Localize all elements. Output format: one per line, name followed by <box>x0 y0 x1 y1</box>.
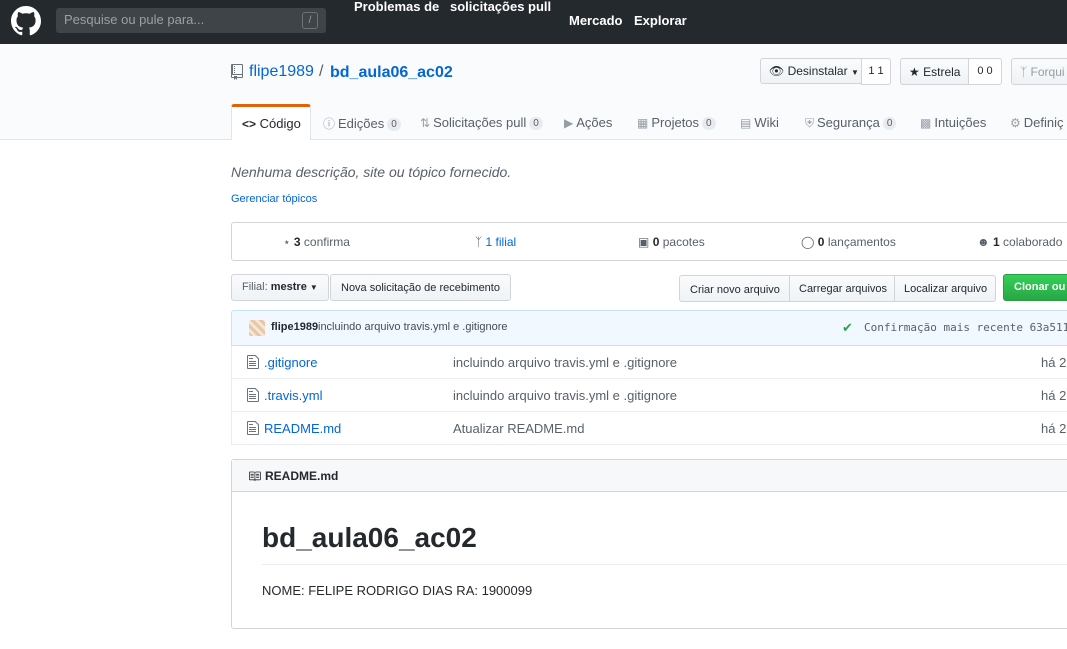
clone-download-button[interactable]: Clonar ou b <box>1003 274 1067 301</box>
tab-actions[interactable]: ▶ Ações <box>564 104 612 140</box>
commit-message-link[interactable]: incluindo arquivo travis.yml e .gitignor… <box>318 321 508 333</box>
branch-select-button[interactable]: Filial: mestre ▼ <box>231 274 329 301</box>
table-row: README.md Atualizar README.md há 2 <box>231 412 1067 445</box>
numbers-summary: ⋆ 3 confirma ᛉ 1 filial ▣ 0 pacotes ◯ 0 … <box>231 222 1067 261</box>
latest-commit-info[interactable]: Confirmação mais recente 63a511e há 2 <box>864 321 1067 334</box>
file-age: há 2 <box>1041 421 1067 436</box>
code-icon: <> <box>242 117 257 131</box>
tab-security[interactable]: ⛨ Segurança 0 <box>805 104 897 140</box>
commit-author-link[interactable]: flipe1989 <box>271 321 318 333</box>
repo-description: Nenhuma descrição, site ou tópico fornec… <box>231 164 512 180</box>
file-icon <box>247 355 259 369</box>
star-button[interactable]: ★ Estrela <box>900 58 969 85</box>
file-age: há 2 <box>1041 355 1067 370</box>
find-file-button[interactable]: Localizar arquivo <box>894 275 996 302</box>
file-commit-message[interactable]: incluindo arquivo travis.yml e .gitignor… <box>453 355 677 370</box>
branch-icon: ᛉ <box>475 235 483 249</box>
eye-icon: 👁 <box>769 64 785 78</box>
project-icon: ▦ <box>637 116 649 130</box>
nav-pull-requests[interactable]: solicitações pull <box>450 0 551 14</box>
contributors-link[interactable]: ☻ 1 colaborado <box>977 235 1062 249</box>
tab-insights[interactable]: ▩ Intuições <box>920 104 986 140</box>
graph-icon: ▩ <box>920 116 932 130</box>
watch-button[interactable]: 👁 Desinstalar ▼ <box>760 58 862 84</box>
repo-name-link[interactable]: bd_aula06_ac02 <box>330 64 453 82</box>
tab-settings[interactable]: ⚙ Definiç <box>1010 104 1064 140</box>
tab-wiki[interactable]: ▤ Wiki <box>740 104 779 140</box>
people-icon: ☻ <box>977 235 990 249</box>
issue-icon: ⓘ <box>323 117 336 131</box>
caret-down-icon: ▼ <box>850 68 859 77</box>
repo-path-separator: / <box>319 63 324 80</box>
check-icon: ✔ <box>842 320 853 335</box>
upload-files-button[interactable]: Carregar arquivos <box>789 275 895 302</box>
nav-issues[interactable]: Problemas de <box>354 0 439 14</box>
create-new-file-button[interactable]: Criar novo arquivo <box>679 275 790 302</box>
table-row: .gitignore incluindo arquivo travis.yml … <box>231 346 1067 379</box>
tab-pull-requests[interactable]: ⇅ Solicitações pull 0 <box>420 104 543 140</box>
releases-link[interactable]: ◯ 0 lançamentos <box>801 235 896 249</box>
pull-request-icon: ⇅ <box>420 116 431 130</box>
pull-requests-count: 0 <box>529 117 543 130</box>
repo-icon <box>231 64 243 80</box>
caret-down-icon: ▼ <box>309 283 318 292</box>
search-placeholder: Pesquise ou pule para... <box>64 12 205 27</box>
file-icon <box>247 388 259 402</box>
tab-projects[interactable]: ▦ Projetos 0 <box>637 104 716 140</box>
packages-link[interactable]: ▣ 0 pacotes <box>638 235 705 249</box>
search-shortcut-key: / <box>302 12 318 29</box>
watch-count[interactable]: 1 1 <box>861 58 891 85</box>
readme-heading: bd_aula06_ac02 <box>262 522 477 553</box>
book-icon: ▤ <box>740 116 752 130</box>
tag-icon: ◯ <box>801 235 815 249</box>
tab-issues[interactable]: ⓘ Edições 0 <box>323 104 401 140</box>
branches-link[interactable]: ᛉ 1 filial <box>475 235 516 249</box>
fork-icon: ᛉ <box>1020 65 1028 79</box>
table-row: .travis.yml incluindo arquivo travis.yml… <box>231 379 1067 412</box>
nav-explore[interactable]: Explorar <box>634 13 687 28</box>
fork-button[interactable]: ᛉ Forqui <box>1011 58 1067 85</box>
file-age: há 2 <box>1041 388 1067 403</box>
book-icon <box>249 471 261 481</box>
file-name-link[interactable]: .travis.yml <box>264 388 323 403</box>
tab-code[interactable]: <> Código <box>231 104 311 140</box>
readme-header: README.md <box>232 460 1067 492</box>
projects-count: 0 <box>702 117 716 130</box>
file-commit-message[interactable]: incluindo arquivo travis.yml e .gitignor… <box>453 388 677 403</box>
file-icon <box>247 421 259 435</box>
star-count[interactable]: 0 0 <box>968 58 1002 85</box>
github-logo-icon[interactable] <box>11 6 41 36</box>
readme-text: NOME: FELIPE RODRIGO DIAS RA: 1900099 <box>262 583 533 598</box>
file-name-link[interactable]: .gitignore <box>264 355 317 370</box>
file-commit-message[interactable]: Atualizar README.md <box>453 421 584 436</box>
play-icon: ▶ <box>564 116 574 130</box>
latest-commit-bar: flipe1989 incluindo arquivo travis.yml e… <box>231 310 1067 346</box>
commit-icon: ⋆ <box>283 235 291 249</box>
security-count: 0 <box>882 117 897 130</box>
issues-count: 0 <box>387 118 401 131</box>
shield-icon: ⛨ <box>805 116 815 130</box>
readme-divider <box>262 564 1067 565</box>
avatar[interactable] <box>249 320 265 336</box>
star-icon: ★ <box>909 65 920 79</box>
top-header: Pesquise ou pule para... / Problemas de … <box>0 0 1067 44</box>
package-icon: ▣ <box>638 235 650 249</box>
gear-icon: ⚙ <box>1010 116 1021 130</box>
search-input[interactable]: Pesquise ou pule para... / <box>56 8 326 33</box>
readme-filename: README.md <box>265 469 339 483</box>
commits-link[interactable]: ⋆ 3 confirma <box>283 235 350 249</box>
repo-owner-link[interactable]: flipe1989 <box>249 63 314 81</box>
readme-panel: README.md bd_aula06_ac02 NOME: FELIPE RO… <box>231 459 1067 629</box>
new-pull-request-button[interactable]: Nova solicitação de recebimento <box>330 274 511 301</box>
manage-topics-link[interactable]: Gerenciar tópicos <box>231 193 317 205</box>
file-name-link[interactable]: README.md <box>264 421 341 436</box>
nav-marketplace[interactable]: Mercado <box>569 13 622 28</box>
